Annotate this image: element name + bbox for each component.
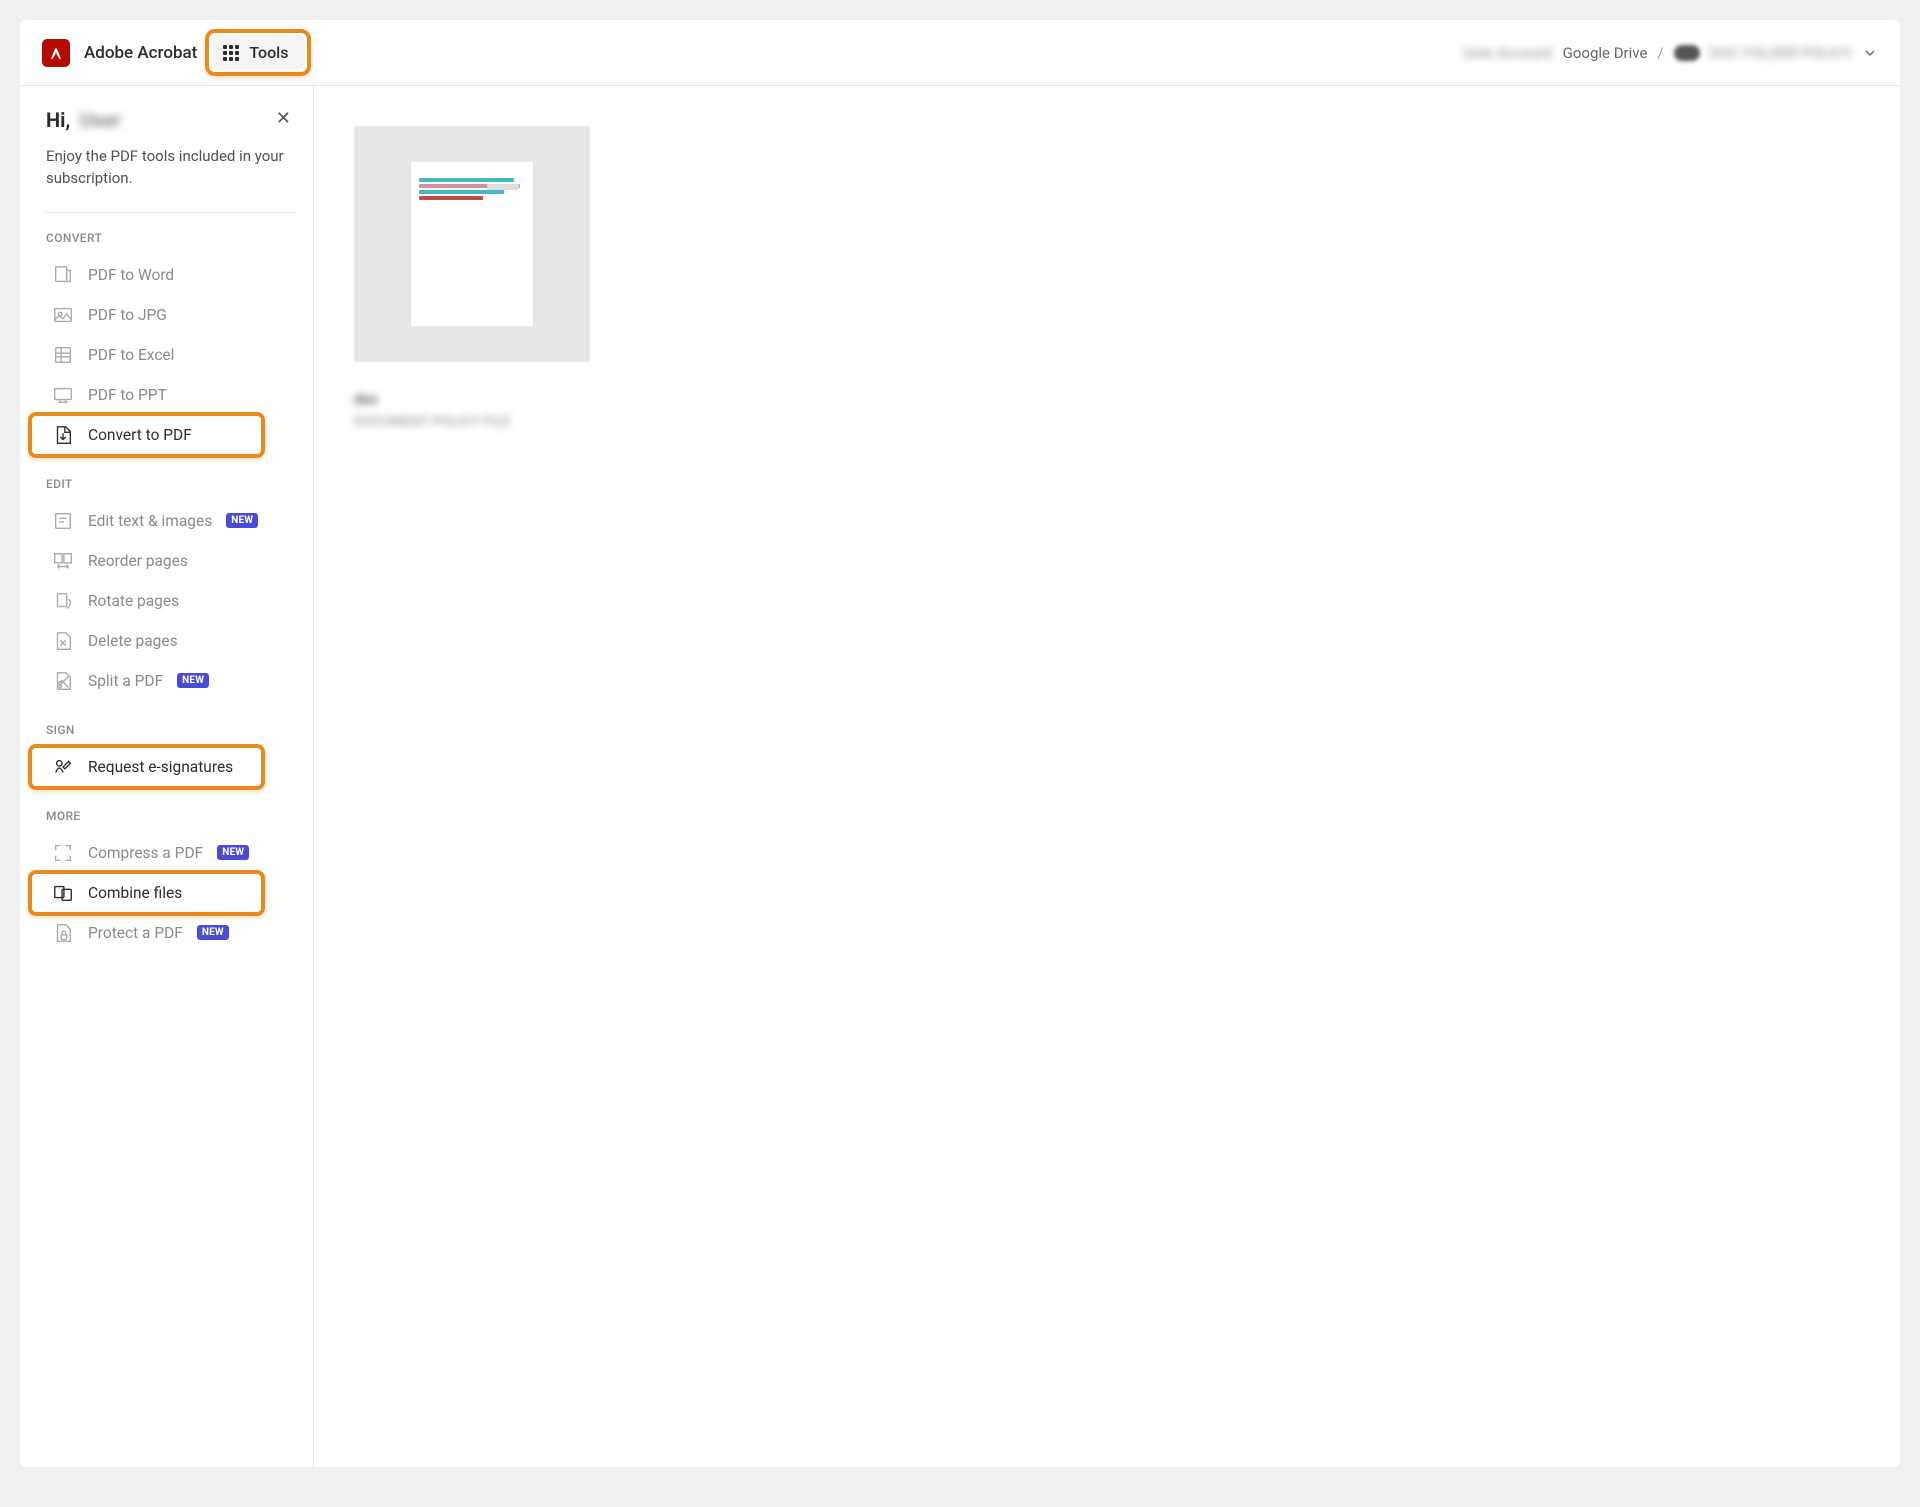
tool-request-esignatures[interactable]: Request e-signatures: [46, 749, 295, 785]
new-badge: NEW: [217, 845, 249, 860]
tools-button-label: Tools: [249, 43, 288, 62]
app-window: Adobe Acrobat Tools User Account Google …: [20, 20, 1900, 1467]
protect-pdf-icon: [52, 922, 74, 944]
tools-sidebar: Hi, User ✕ Enjoy the PDF tools included …: [20, 86, 314, 1467]
tool-pdf-to-excel[interactable]: PDF to Excel: [46, 337, 295, 373]
pdf-to-jpg-icon: [52, 304, 74, 326]
tool-edit-text-images[interactable]: Edit text & images NEW: [46, 503, 295, 539]
edit-text-icon: [52, 510, 74, 532]
pdf-to-word-icon: [52, 264, 74, 286]
tool-label: PDF to Word: [88, 266, 174, 284]
new-badge: NEW: [197, 925, 229, 940]
reorder-pages-icon: [52, 550, 74, 572]
tool-combine-files[interactable]: Combine files: [46, 875, 295, 911]
tool-label: Compress a PDF: [88, 844, 203, 862]
section-label-edit: EDIT: [46, 477, 295, 491]
tool-pdf-to-jpg[interactable]: PDF to JPG: [46, 297, 295, 333]
tool-reorder-pages[interactable]: Reorder pages: [46, 543, 295, 579]
greeting: Hi, User: [46, 108, 121, 132]
delete-pages-icon: [52, 630, 74, 652]
tool-label: Convert to PDF: [88, 426, 192, 444]
thumbnail-caption: doc DOCUMENT POLICY FILE: [354, 390, 1860, 430]
new-badge: NEW: [177, 673, 209, 688]
more-tool-list: Compress a PDF NEW Combine files Protect…: [46, 835, 295, 951]
chevron-down-icon[interactable]: [1862, 45, 1878, 61]
compress-icon: [52, 842, 74, 864]
edit-tool-list: Edit text & images NEW Reorder pages Rot…: [46, 503, 295, 699]
breadcrumb-drive[interactable]: Google Drive: [1563, 44, 1648, 62]
tool-label: Protect a PDF: [88, 924, 183, 942]
tool-label: Split a PDF: [88, 672, 163, 690]
tool-label: Edit text & images: [88, 512, 212, 530]
signature-icon: [52, 756, 74, 778]
section-label-convert: CONVERT: [46, 231, 295, 245]
tool-label: Reorder pages: [88, 552, 188, 570]
convert-to-pdf-icon: [52, 424, 74, 446]
tool-delete-pages[interactable]: Delete pages: [46, 623, 295, 659]
split-pdf-icon: [52, 670, 74, 692]
tool-split-pdf[interactable]: Split a PDF NEW: [46, 663, 295, 699]
tools-button[interactable]: Tools: [211, 35, 304, 70]
page-preview: [411, 162, 533, 326]
divider: [46, 212, 295, 213]
breadcrumb-folder: DOC FOLDER POLICY: [1710, 44, 1852, 62]
pdf-to-ppt-icon: [52, 384, 74, 406]
thumbnail-caption-line1: doc: [354, 390, 1860, 408]
greeting-prefix: Hi,: [46, 108, 70, 132]
app-title: Adobe Acrobat: [84, 43, 197, 63]
tool-pdf-to-ppt[interactable]: PDF to PPT: [46, 377, 295, 413]
tool-label: PDF to Excel: [88, 346, 174, 364]
new-badge: NEW: [226, 513, 258, 528]
tool-label: Combine files: [88, 884, 182, 902]
main-content: doc DOCUMENT POLICY FILE: [314, 86, 1900, 1467]
rotate-pages-icon: [52, 590, 74, 612]
tool-compress-pdf[interactable]: Compress a PDF NEW: [46, 835, 295, 871]
document-thumbnail[interactable]: [354, 126, 590, 362]
breadcrumb-badge: [1674, 45, 1700, 61]
apps-grid-icon: [223, 45, 239, 61]
convert-tool-list: PDF to Word PDF to JPG PDF to Excel PDF …: [46, 257, 295, 453]
greeting-subtext: Enjoy the PDF tools included in your sub…: [46, 146, 295, 190]
tool-pdf-to-word[interactable]: PDF to Word: [46, 257, 295, 293]
tool-label: Request e-signatures: [88, 758, 233, 776]
tool-convert-to-pdf[interactable]: Convert to PDF: [46, 417, 295, 453]
tool-protect-pdf[interactable]: Protect a PDF NEW: [46, 915, 295, 951]
tool-rotate-pages[interactable]: Rotate pages: [46, 583, 295, 619]
combine-files-icon: [52, 882, 74, 904]
sign-tool-list: Request e-signatures: [46, 749, 295, 785]
greeting-name: User: [79, 108, 121, 132]
thumbnail-caption-line2: DOCUMENT POLICY FILE: [354, 414, 1860, 430]
breadcrumb: User Account Google Drive / DOC FOLDER P…: [1463, 44, 1878, 62]
breadcrumb-owner: User Account: [1463, 44, 1553, 62]
pdf-to-excel-icon: [52, 344, 74, 366]
acrobat-logo-icon: [42, 39, 70, 67]
tool-label: PDF to PPT: [88, 386, 167, 404]
section-label-more: MORE: [46, 809, 295, 823]
tool-label: Delete pages: [88, 632, 178, 650]
header-bar: Adobe Acrobat Tools User Account Google …: [20, 20, 1900, 86]
tool-label: Rotate pages: [88, 592, 179, 610]
breadcrumb-separator: /: [1657, 44, 1663, 62]
close-sidebar-button[interactable]: ✕: [272, 108, 295, 130]
section-label-sign: SIGN: [46, 723, 295, 737]
tool-label: PDF to JPG: [88, 306, 167, 324]
